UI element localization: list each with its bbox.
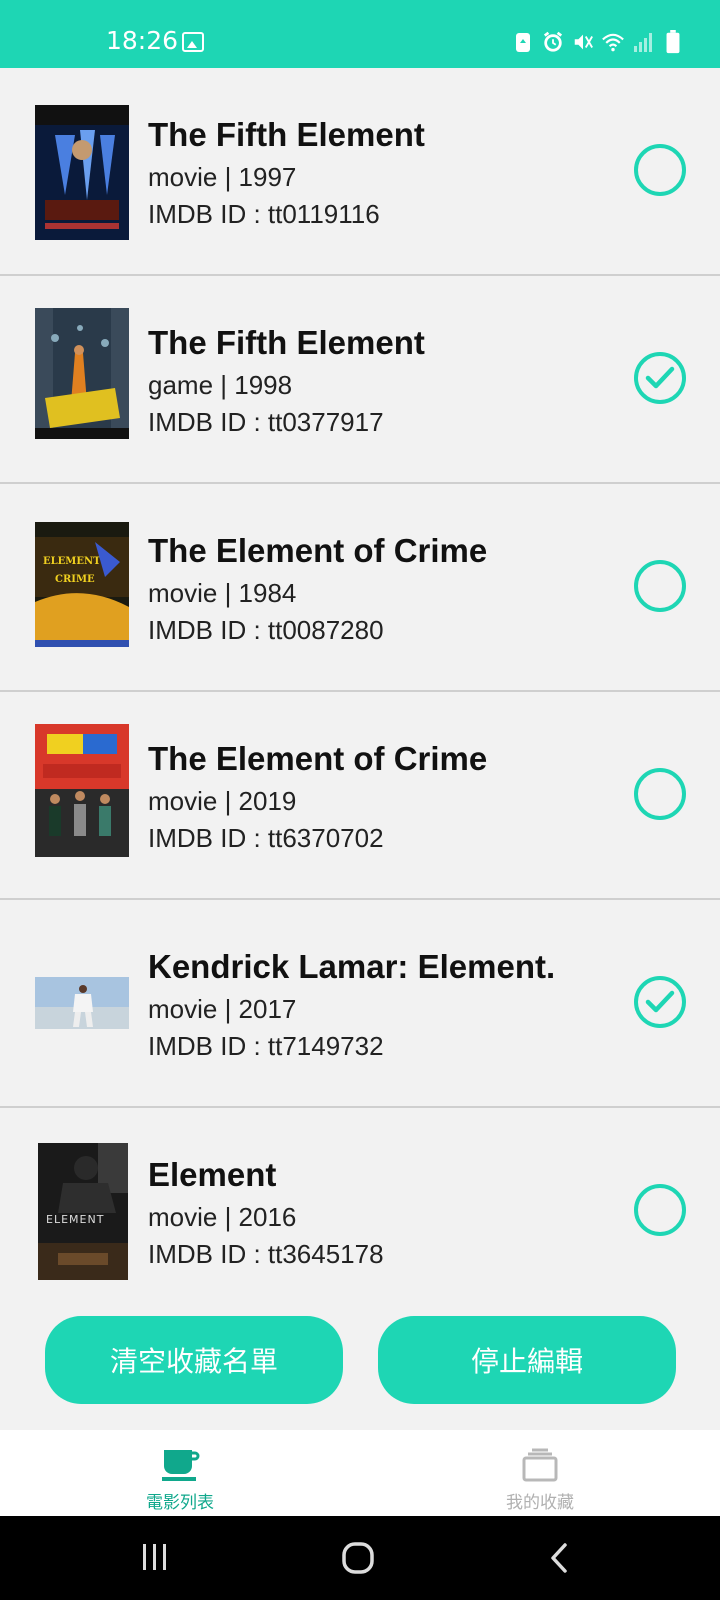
movie-list[interactable]: The Fifth Element movie | 1997 IMDB ID :… [0,68,720,1288]
favorite-toggle[interactable] [634,768,686,820]
signal-icon [634,33,652,52]
checkmark-icon [645,366,675,389]
checkmark-icon [645,990,675,1013]
coffee-cup-icon [162,1450,200,1481]
mute-icon [574,34,593,50]
status-time: 18:26 [106,26,179,55]
movie-imdb-id: IMDB ID : tt3645178 [148,1239,384,1269]
movie-type-year: movie | 2017 [148,994,297,1024]
recent-apps-icon[interactable] [140,1542,170,1572]
movie-imdb-id: IMDB ID : tt0087280 [148,615,384,645]
movie-poster: ELEMENT CRIME [35,522,129,647]
favorite-toggle[interactable] [634,1184,686,1236]
svg-text:ELEMENT: ELEMENT [43,556,101,567]
favorite-toggle-checked[interactable] [634,352,686,404]
movie-list-item[interactable]: ELEMENT Element movie | 2016 IMDB ID : t… [0,1108,720,1288]
image-icon [182,32,204,52]
home-icon[interactable] [342,1542,374,1574]
svg-text:ELEMENT: ELEMENT [46,1213,104,1226]
movie-title: The Fifth Element [148,324,425,361]
tab-label: 我的收藏 [506,1493,574,1513]
movie-list-item[interactable]: The Fifth Element game | 1998 IMDB ID : … [0,276,720,484]
wifi-icon [602,33,624,52]
movie-title: Element [148,1156,277,1193]
action-bar: 清空收藏名單 停止編輯 [0,1288,720,1430]
movie-poster [35,724,129,857]
movie-title: The Element of Crime [148,532,488,569]
stack-icon [522,1448,558,1482]
movie-imdb-id: IMDB ID : tt6370702 [148,823,384,853]
tab-movie-list[interactable]: 電影列表 [0,1430,360,1516]
movie-type-year: movie | 2019 [148,786,297,816]
movie-type-year: movie | 1997 [148,162,297,192]
favorite-toggle[interactable] [634,144,686,196]
bottom-tab-bar: 電影列表 我的收藏 [0,1430,720,1516]
movie-title: The Element of Crime [148,740,488,777]
movie-list-item[interactable]: The Fifth Element movie | 1997 IMDB ID :… [0,68,720,276]
battery-saver-icon [516,33,530,52]
movie-list-item[interactable]: ELEMENT CRIME The Element of Crime movie … [0,484,720,692]
movie-imdb-id: IMDB ID : tt0377917 [148,407,384,437]
movie-imdb-id: IMDB ID : tt7149732 [148,1031,384,1061]
back-icon[interactable] [548,1542,570,1574]
movie-imdb-id: IMDB ID : tt0119116 [148,199,380,229]
movie-title: Kendrick Lamar: Element. [148,948,556,985]
movie-type-year: movie | 1984 [148,578,297,608]
status-bar: 18:26 [0,0,720,68]
movie-title: The Fifth Element [148,116,425,153]
movie-poster [35,308,129,439]
movie-list-item[interactable]: Kendrick Lamar: Element. movie | 2017 IM… [0,900,720,1108]
favorite-toggle[interactable] [634,560,686,612]
favorite-toggle-checked[interactable] [634,976,686,1028]
svg-text:CRIME: CRIME [55,574,95,585]
system-nav-bar [0,1516,720,1600]
movie-poster [35,977,129,1029]
movie-poster [35,105,129,240]
movie-poster: ELEMENT [38,1143,128,1280]
battery-icon [666,30,680,54]
tab-label: 電影列表 [146,1493,214,1513]
movie-type-year: game | 1998 [148,370,293,400]
movie-list-item[interactable]: The Element of Crime movie | 2019 IMDB I… [0,692,720,900]
status-icons [512,30,684,54]
tab-my-favorites[interactable]: 我的收藏 [360,1430,720,1516]
clear-favorites-button[interactable]: 清空收藏名單 [45,1316,343,1404]
movie-type-year: movie | 2016 [148,1202,297,1232]
alarm-icon [543,31,563,52]
stop-editing-button[interactable]: 停止編輯 [378,1316,676,1404]
